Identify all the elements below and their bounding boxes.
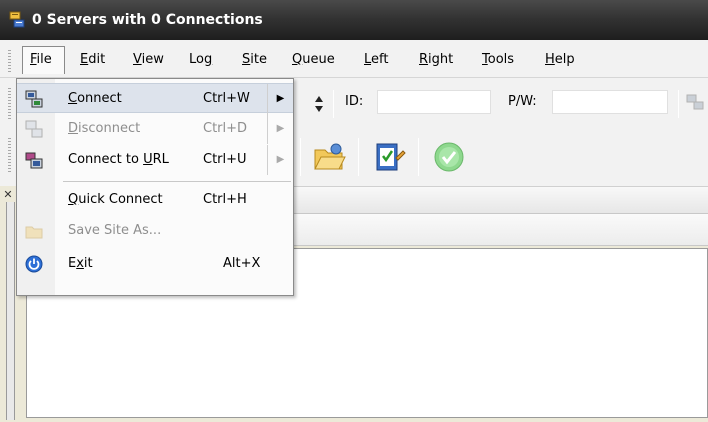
menu-right[interactable]: Right [419, 49, 453, 71]
menu-item-shortcut: Alt+X [223, 256, 261, 271]
menu-view[interactable]: View [133, 49, 164, 71]
menu-item-connect-to-url[interactable]: Connect to URL Ctrl+U ▶ [17, 145, 293, 175]
menu-item-label: Save Site As... [68, 223, 162, 238]
submenu-arrow-icon[interactable]: ▶ [267, 145, 293, 175]
menu-file[interactable]: File [30, 49, 52, 71]
submenu-arrow-icon[interactable]: ▶ [267, 84, 293, 114]
toolbar-grip[interactable] [8, 88, 11, 120]
menu-item-exit[interactable]: Exit Alt+X [17, 249, 293, 279]
panel-splitter[interactable] [6, 202, 15, 420]
close-panel-icon[interactable]: ✕ [2, 188, 14, 202]
power-icon [25, 255, 43, 273]
app-icon [8, 11, 26, 29]
disconnect-icon [25, 120, 43, 138]
menu-left[interactable]: Left [364, 49, 388, 71]
check-circle-icon[interactable] [432, 140, 466, 174]
spinner-icon[interactable] [314, 95, 324, 113]
open-folder-icon[interactable] [312, 140, 346, 174]
id-input[interactable] [377, 90, 491, 114]
menu-item-quick-connect[interactable]: Quick Connect Ctrl+H [17, 185, 293, 215]
connect-toolbar-icon[interactable] [686, 93, 704, 111]
menu-item-label: Quick Connect [68, 192, 163, 207]
menu-item-label: Disconnect [68, 121, 141, 136]
connect-icon [25, 90, 43, 108]
menu-queue[interactable]: Queue [292, 49, 335, 71]
toolbar-separator [358, 138, 359, 176]
menu-item-shortcut: Ctrl+W [203, 91, 250, 106]
menu-bar: File Edit View Log Site Queue Left Right… [0, 40, 708, 78]
menu-item-shortcut: Ctrl+D [203, 121, 248, 136]
menu-item-disconnect[interactable]: Disconnect Ctrl+D ▶ [17, 114, 293, 144]
menu-site[interactable]: Site [242, 49, 267, 71]
edit-document-icon[interactable] [372, 140, 406, 174]
menu-help[interactable]: Help [545, 49, 575, 71]
menu-edit[interactable]: Edit [80, 49, 105, 71]
menu-item-shortcut: Ctrl+H [203, 192, 247, 207]
id-label: ID: [345, 94, 364, 109]
toolbar-separator [678, 90, 679, 118]
window-title: 0 Servers with 0 Connections [32, 12, 263, 28]
toolbar-grip[interactable] [8, 138, 11, 174]
menu-item-save-site-as[interactable]: Save Site As... [17, 216, 293, 246]
menu-item-label: Exit [68, 256, 93, 271]
file-menu-dropdown: Connect Ctrl+W ▶ Disconnect Ctrl+D ▶ Con… [16, 78, 294, 296]
menu-item-label: Connect to URL [68, 152, 169, 167]
menu-log[interactable]: Log [189, 49, 212, 71]
submenu-arrow-icon[interactable]: ▶ [267, 114, 293, 144]
toolbar-separator [300, 138, 301, 176]
menu-separator [63, 181, 291, 182]
menu-tools[interactable]: Tools [482, 49, 514, 71]
toolbar-separator [418, 138, 419, 176]
menu-item-shortcut: Ctrl+U [203, 152, 247, 167]
toolbar-separator [333, 90, 334, 118]
menubar-grip[interactable] [8, 50, 11, 72]
pw-input[interactable] [552, 90, 668, 114]
title-bar: 0 Servers with 0 Connections [0, 0, 708, 40]
connect-url-icon [25, 151, 43, 169]
menu-item-connect[interactable]: Connect Ctrl+W ▶ [17, 83, 293, 114]
pw-label: P/W: [508, 94, 537, 109]
menu-item-label: Connect [68, 91, 122, 106]
folder-icon [25, 222, 43, 240]
